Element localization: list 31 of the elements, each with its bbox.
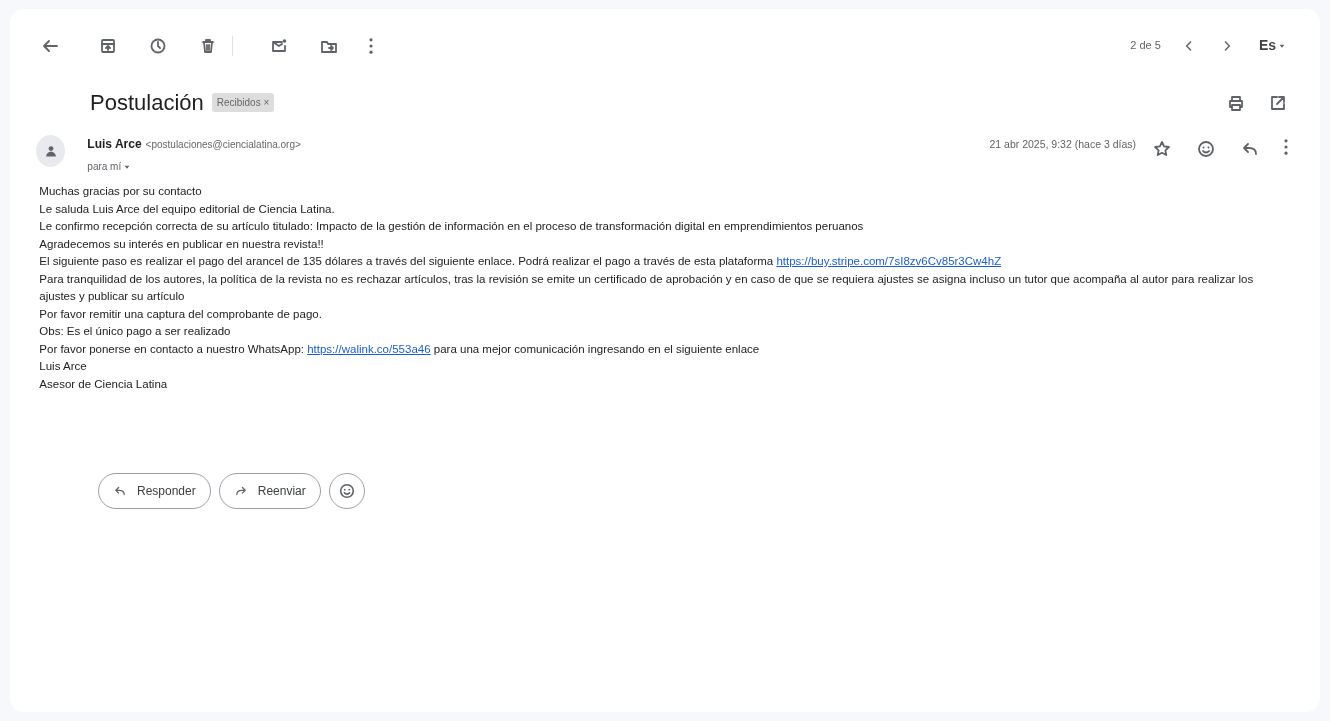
link[interactable]: https://walink.co/553a46	[307, 342, 431, 355]
recipient-dropdown[interactable]: para mí	[87, 159, 134, 174]
message-date: 21 abr 2025, 9:32 (hace 3 días)	[989, 137, 1136, 152]
forward-icon	[233, 484, 248, 498]
reply-button[interactable]: Responder	[98, 473, 211, 509]
body-text: Le confirmo recepción correcta de su artículo titulado: Impacto de la gestión de información en el proceso de transformación digital en emprendimientos peruanos	[39, 219, 865, 234]
star-icon	[1152, 139, 1172, 159]
email-subject: Postulación	[90, 89, 204, 117]
smiley-icon	[337, 482, 356, 500]
page-counter: 2 de 5	[1130, 38, 1161, 54]
body-text: Muchas gracias por su contacto	[39, 184, 203, 199]
smiley-icon	[1196, 139, 1216, 159]
label-chip: Recibidos ×	[211, 93, 275, 112]
body-text: Luis Arce	[39, 359, 88, 374]
forward-button[interactable]: Reenviar	[218, 473, 321, 509]
body-text: Le saluda Luis Arce del equipo editorial de Ciencia Latina.	[39, 201, 336, 217]
sender-email: <postulaciones@ciencialatina.org>	[145, 138, 301, 152]
body-text: Por favor ponerse en contacto a nuestro WhatsApp: https://walink.co/553a46 para una mejor comunicación ingresando en el siguiente enlace	[39, 341, 761, 357]
body-text: Agradecemos su interés en publicar en nuestra revista!!	[39, 236, 325, 252]
language-dropdown[interactable]: Es	[1254, 31, 1292, 60]
body-text: Por favor remitir una captura del comprobante de pago.	[39, 306, 323, 322]
reply-icon	[113, 484, 127, 498]
more-icon	[369, 37, 373, 54]
emoji-reaction-button[interactable]	[328, 473, 365, 509]
body-text: Para tranquilidad de los autores, la política de la revista no es rechazar artículos, tras la revisión se emite un certificado de aprobación y en caso de que se requiera ajustes se asigna incluso un tutor que acompaña al autor para realizar los ajustes y publicar su artículo	[39, 271, 1255, 304]
body-text: Obs: Es el único pago a ser realizado	[39, 324, 232, 339]
body-text: Asesor de Ciencia Latina	[39, 376, 169, 392]
body-text: El siguiente paso es realizar el pago del arancel de 135 dólares a través del siguiente enlace. Podrá realizar el pago a través de esta plataforma https://buy.stripe.com/7sI8zv6Cv85r3Cw4hZ	[39, 254, 1003, 269]
sender-name: Luis Arce	[87, 136, 142, 153]
link[interactable]: https://buy.stripe.com/7sI8zv6Cv85r3Cw4hZ	[776, 255, 1002, 267]
more-icon	[1284, 139, 1288, 155]
